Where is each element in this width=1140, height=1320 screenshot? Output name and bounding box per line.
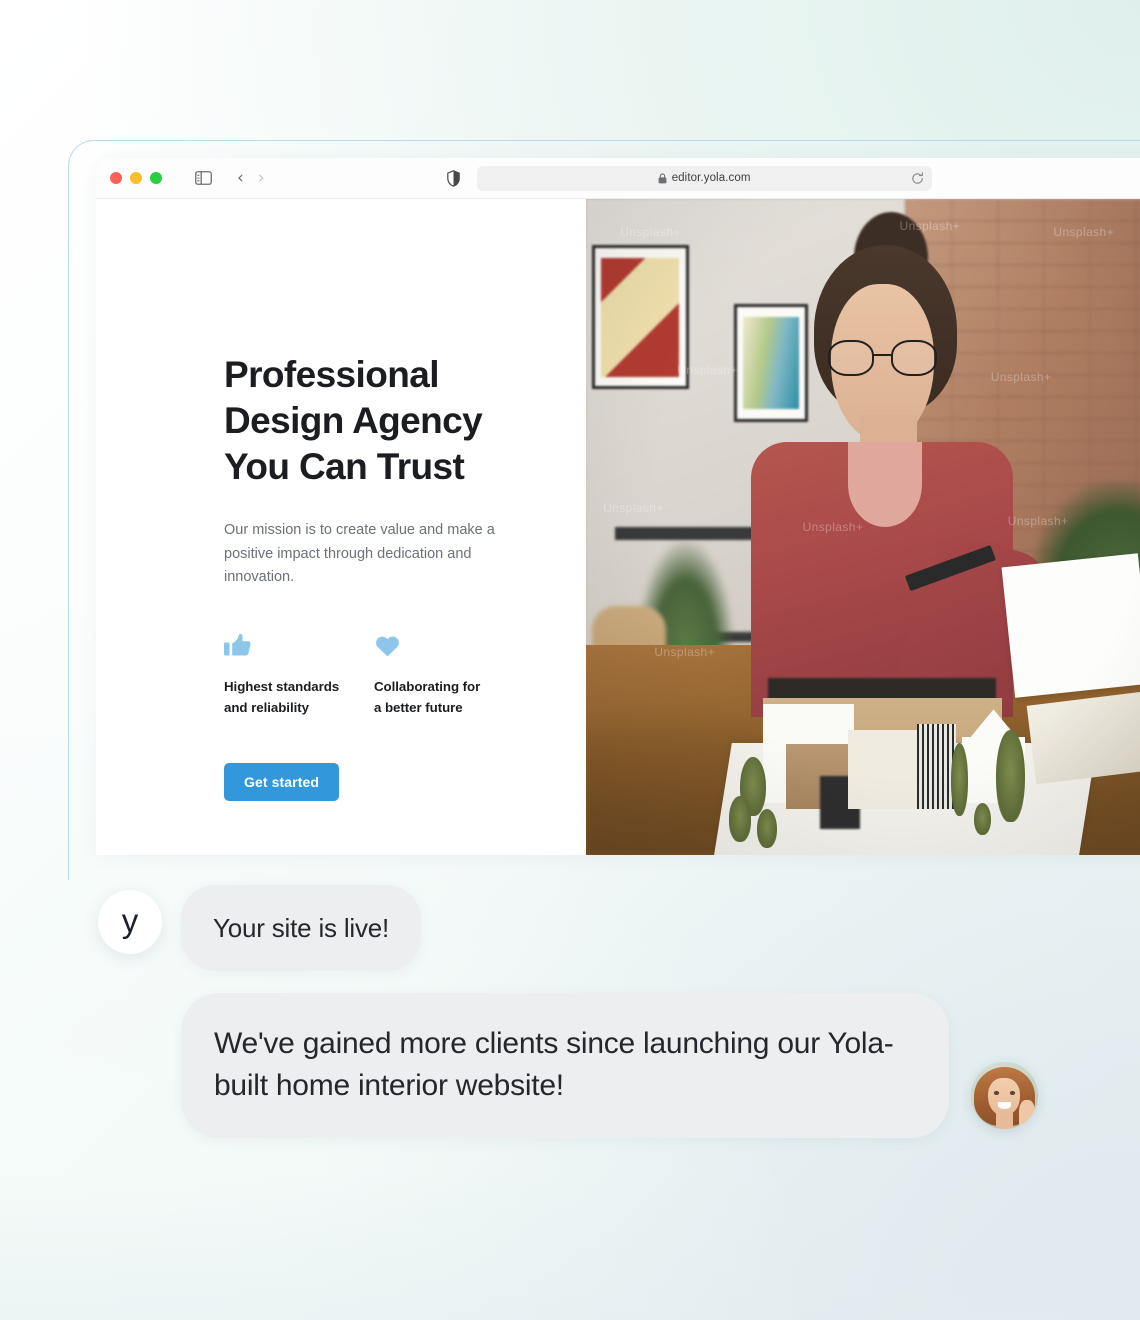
- watermark: Unsplash+: [620, 225, 681, 240]
- chat-row-yola: y Your site is live!: [0, 885, 1140, 971]
- watermark: Unsplash+: [654, 645, 716, 660]
- address-bar[interactable]: editor.yola.com: [476, 165, 932, 191]
- sidebar-toggle-icon[interactable]: [195, 171, 212, 185]
- feature-label: Highest standards and reliability: [224, 678, 340, 715]
- get-started-button[interactable]: Get started: [224, 762, 340, 801]
- feature-item-standards: Highest standards and reliability: [224, 633, 374, 718]
- website-viewport: Professional Design Agency You Can Trust…: [96, 199, 1140, 855]
- watermark: Unsplash+: [990, 369, 1052, 384]
- watermark: Unsplash+: [802, 520, 864, 535]
- navigation-arrows: ‹ ›: [237, 169, 265, 187]
- hero-text-column: Professional Design Agency You Can Trust…: [96, 199, 586, 855]
- heart-icon: [374, 633, 524, 659]
- back-button[interactable]: ‹: [237, 169, 244, 187]
- yola-logo-letter: y: [121, 901, 139, 939]
- shield-icon[interactable]: [446, 169, 460, 187]
- browser-toolbar: ‹ › editor.yola.com: [96, 158, 1140, 199]
- maximize-button[interactable]: [150, 172, 162, 184]
- chat-bubble-yola: Your site is live!: [181, 885, 422, 971]
- yola-logo-avatar: y: [98, 890, 162, 954]
- browser-window: ‹ › editor.yola.com Professional Design …: [96, 158, 1140, 855]
- chat-row-customer: We've gained more clients since launchin…: [0, 993, 1140, 1138]
- url-text: editor.yola.com: [671, 172, 751, 184]
- lock-icon: [658, 172, 667, 184]
- minimize-button[interactable]: [130, 172, 142, 184]
- watermark: Unsplash+: [1007, 513, 1069, 528]
- watermark: Unsplash+: [1053, 225, 1115, 240]
- chat-section: y Your site is live! We've gained more c…: [0, 885, 1140, 1138]
- window-controls: [110, 172, 162, 184]
- feature-list: Highest standards and reliability Collab…: [224, 633, 524, 718]
- thumbs-up-icon: [224, 633, 374, 659]
- watermark: Unsplash+: [677, 363, 738, 377]
- feature-label: Collaborating for a better future: [374, 678, 481, 715]
- watermark: Unsplash+: [603, 500, 664, 515]
- watermark: Unsplash+: [1042, 658, 1103, 673]
- reload-icon[interactable]: [911, 171, 924, 185]
- page-title: Professional Design Agency You Can Trust: [224, 354, 483, 487]
- chat-bubble-customer: We've gained more clients since launchin…: [181, 993, 949, 1138]
- hero-subtitle: Our mission is to create value and make …: [224, 522, 495, 585]
- customer-avatar: [971, 1062, 1038, 1129]
- hero-photo: Unsplash+ Unsplash+ Unsplash+ Unsplash+ …: [586, 199, 1140, 855]
- feature-item-collaboration: Collaborating for a better future: [374, 633, 524, 718]
- forward-button[interactable]: ›: [258, 169, 265, 187]
- watermark: Unsplash+: [899, 218, 961, 233]
- close-button[interactable]: [110, 172, 122, 184]
